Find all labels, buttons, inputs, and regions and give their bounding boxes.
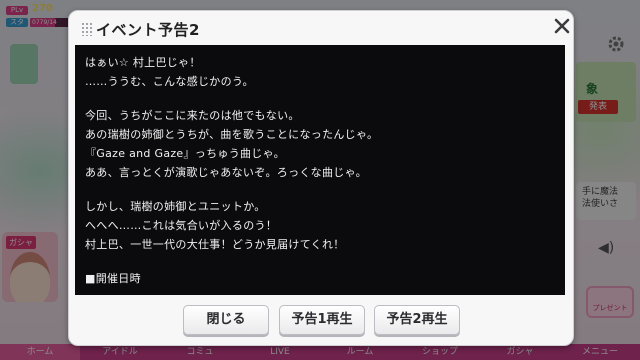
play-preview-2-button[interactable]: 予告2再生 <box>374 305 460 335</box>
close-button[interactable]: 閉じる <box>183 305 269 335</box>
close-icon[interactable] <box>553 17 571 35</box>
schedule-heading: ■開催日時 <box>85 272 141 285</box>
message-line: 村上巴、一世一代の大仕事！どうか見届けてくれ！ <box>85 238 345 251</box>
message-paragraph: はぁい☆ 村上巴じゃ！ ……ううむ、こんな感じかのう。 <box>85 53 565 91</box>
dialog-button-row: 閉じる 予告1再生 予告2再生 <box>69 305 573 335</box>
message-line: はぁい☆ 村上巴じゃ！ <box>85 56 201 69</box>
grip-icon <box>81 22 93 36</box>
message-panel[interactable]: はぁい☆ 村上巴じゃ！ ……ううむ、こんな感じかのう。 今回、うちがここに来たの… <box>75 45 565 295</box>
event-preview-dialog: イベント予告2 はぁい☆ 村上巴じゃ！ ……ううむ、こんな感じかのう。 今回、う… <box>68 10 574 346</box>
dialog-title-bar: イベント予告2 <box>77 15 570 43</box>
message-line: 『Gaze and Gaze』っちゅう曲じゃ。 <box>85 147 285 160</box>
message-line: ……ううむ、こんな感じかのう。 <box>85 75 254 88</box>
message-line: 今回、うちがここに来たのは他でもない。 <box>85 109 300 122</box>
message-paragraph: しかし、瑞樹の姉御とユニットか。 へへへ……これは気合いが入るのう！ 村上巴、一… <box>85 197 565 254</box>
play-preview-1-button[interactable]: 予告1再生 <box>279 305 365 335</box>
message-paragraph: 今回、うちがここに来たのは他でもない。 あの瑞樹の姉御とうちが、曲を歌うことにな… <box>85 106 565 182</box>
dialog-title: イベント予告2 <box>96 21 200 39</box>
message-line: ああ、言っとくが演歌じゃあないぞ。ろっくな曲じゃ。 <box>85 166 367 179</box>
message-paragraph: ■開催日時 <box>85 269 565 288</box>
message-line: へへへ……これは気合いが入るのう！ <box>85 219 278 232</box>
message-line: あの瑞樹の姉御とうちが、曲を歌うことになったんじゃ。 <box>85 128 379 141</box>
message-line: しかし、瑞樹の姉御とユニットか。 <box>85 200 266 213</box>
